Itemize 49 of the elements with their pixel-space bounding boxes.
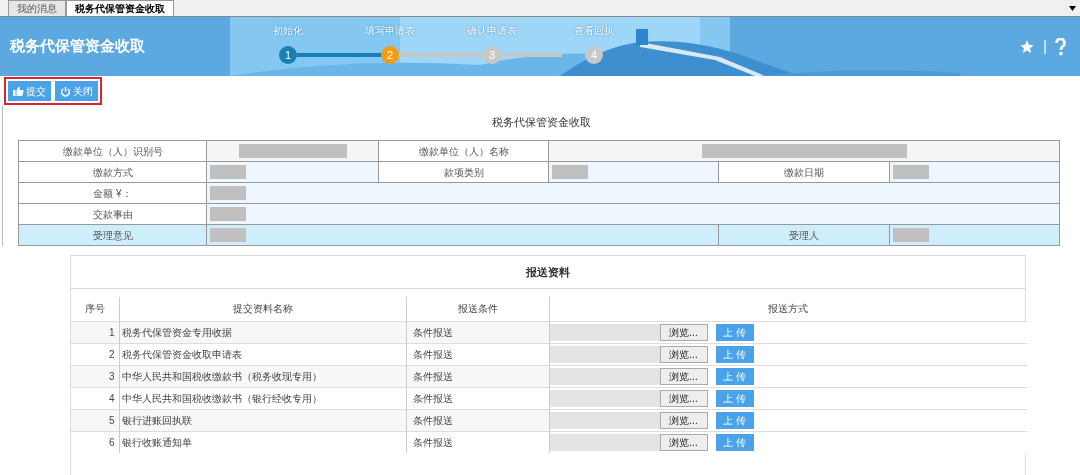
redacted-value [552,165,588,179]
star-icon[interactable] [1019,38,1036,55]
file-field[interactable]: 浏览... [549,345,708,363]
thumbs-up-icon [13,86,24,96]
form-title: 税务代保管资金收取 [491,115,592,130]
redacted-value [210,186,246,200]
field-label: 受理人 [718,224,890,246]
table-cell: 5 [71,409,119,431]
redacted-value [210,165,246,179]
redacted-value [210,207,246,221]
step-label: 填写申请表 [364,24,416,38]
field-label: 缴款单位（人）名称 [378,140,549,162]
field-label: 受理意见 [18,224,207,246]
browse-button[interactable]: 浏览... [659,433,708,451]
column-header: 序号 [71,297,119,321]
browse-button[interactable]: 浏览... [659,389,708,407]
power-icon [60,85,71,97]
materials-title: 报送资料 [71,256,1025,289]
tab[interactable]: 税务代保管资金收取 [66,0,174,16]
file-field[interactable]: 浏览... [549,323,708,341]
field-label: 交款事由 [18,203,207,225]
browse-button[interactable]: 浏览... [659,345,708,363]
file-field[interactable]: 浏览... [549,433,708,451]
step-label: 初始化 [272,24,304,38]
redacted-value [893,165,929,179]
page-title: 税务代保管资金收取 [10,36,146,57]
table-cell: 6 [71,431,119,453]
redacted-value [893,228,929,242]
browse-button[interactable]: 浏览... [659,323,708,341]
file-field[interactable]: 浏览... [549,411,708,429]
field-label: 缴款方式 [18,161,207,183]
step-label: 查看回执 [573,24,615,38]
field-label: 金额 ¥： [18,182,207,204]
field-label: 缴款单位（人）识别号 [18,140,207,162]
file-field[interactable]: 浏览... [549,389,708,407]
divider-mark: | [1043,37,1047,56]
dropdown-icon[interactable] [1069,6,1076,11]
redacted-value [210,228,246,242]
table-cell: 银行收账通知单 [119,431,406,453]
help-icon[interactable] [1055,37,1066,56]
table-cell: 2 [71,343,119,365]
table-cell: 1 [71,321,119,343]
step-label: 确认申请表 [466,24,518,38]
file-field[interactable]: 浏览... [549,367,708,385]
browse-button[interactable]: 浏览... [659,411,708,429]
tab[interactable]: 我的消息 [8,0,66,16]
table-cell: 4 [71,387,119,409]
browse-button[interactable]: 浏览... [659,367,708,385]
table-cell: 3 [71,365,119,387]
